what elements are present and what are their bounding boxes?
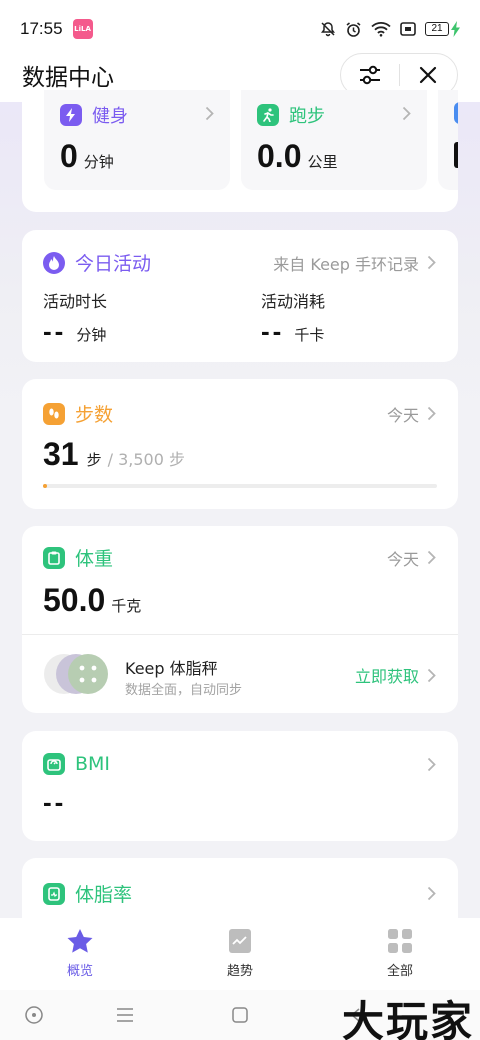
- activity-burn-unit: 千卡: [294, 326, 325, 344]
- activity-duration-value: --: [43, 316, 67, 346]
- close-icon: [420, 66, 437, 84]
- today-activity-card[interactable]: 今日活动 来自 Keep 手环记录 活动时长 活动消耗 -- 分钟 -- 千卡: [22, 230, 458, 362]
- running-label: 跑步: [289, 106, 325, 127]
- grid-icon: [388, 929, 412, 953]
- menu-button[interactable]: [95, 990, 155, 1040]
- target-icon: [25, 1006, 43, 1024]
- tab-trends-label: 趋势: [226, 964, 253, 979]
- steps-card[interactable]: 步数 今天 31 步 / 3,500 步: [22, 379, 458, 509]
- tab-all-label: 全部: [386, 964, 413, 979]
- chevron-right-icon: [402, 106, 411, 121]
- weight-period: 今天: [386, 549, 419, 569]
- notification-app-icon: LiLA: [72, 19, 93, 39]
- chevron-right-icon: [205, 106, 214, 121]
- bmi-value: --: [43, 787, 67, 817]
- fitness-value: 0: [60, 138, 78, 174]
- tab-overview-label: 概览: [66, 964, 93, 979]
- trend-icon: [229, 929, 251, 953]
- page-title: 数据中心: [22, 65, 114, 91]
- activity-burn-value: --: [261, 316, 285, 346]
- status-time: 17:55: [20, 19, 63, 38]
- chevron-right-icon: [427, 886, 436, 901]
- activity-source: 来自 Keep 手环记录: [273, 254, 419, 274]
- charging-icon: [451, 21, 460, 37]
- running-value: 0.0: [257, 138, 302, 174]
- chevron-right-icon: [427, 550, 436, 565]
- activity-title: 今日活动: [75, 253, 152, 275]
- get-now-link[interactable]: 立即获取: [355, 663, 419, 687]
- square-icon: [232, 1007, 248, 1023]
- steps-progress-fill: [43, 484, 47, 488]
- chevron-right-icon: [427, 757, 436, 771]
- steps-period: 今天: [386, 405, 419, 425]
- next-tile-partial[interactable]: [438, 90, 458, 190]
- chevron-right-icon: [427, 406, 436, 421]
- activity-burn-label: 活动消耗: [261, 292, 326, 311]
- weight-value: 50.0: [43, 582, 106, 618]
- bottom-tab-bar: 概览 趋势 全部: [0, 918, 480, 990]
- fitness-tile[interactable]: 健身 0 分钟: [44, 90, 230, 190]
- flame-icon: [43, 251, 65, 274]
- weight-title: 体重: [75, 548, 114, 570]
- mute-icon: [321, 22, 335, 37]
- assistant-button[interactable]: [4, 990, 64, 1040]
- lightning-icon: [60, 104, 82, 126]
- alarm-icon: [346, 21, 361, 37]
- scale-promo[interactable]: Keep 体脂秤 数据全面，自动同步 立即获取: [22, 635, 458, 713]
- running-unit: 公里: [307, 153, 338, 171]
- steps-progress-bar: [43, 484, 437, 488]
- steps-value: 31: [43, 436, 79, 472]
- watermark: 大玩家: [341, 997, 474, 1040]
- clipboard-icon: [43, 546, 65, 569]
- bmi-title: BMI: [75, 753, 111, 775]
- sim-icon: [400, 22, 416, 36]
- running-tile[interactable]: 跑步 0.0 公里: [241, 90, 427, 190]
- tab-all[interactable]: 全部: [320, 918, 480, 990]
- activity-duration-unit: 分钟: [76, 326, 107, 344]
- body-fat-title: 体脂率: [75, 884, 133, 906]
- tile-icon: [454, 102, 458, 124]
- weight-summary[interactable]: 体重 今天 50.0 千克: [22, 526, 458, 634]
- chevron-right-icon: [427, 668, 436, 682]
- star-icon: [67, 929, 93, 953]
- promo-subtitle: 数据全面，自动同步: [125, 683, 243, 698]
- bmi-card[interactable]: BMI --: [22, 731, 458, 841]
- sport-summary-card: 健身 0 分钟 跑步 0.0 公里: [22, 90, 458, 212]
- battery-indicator: 21: [425, 21, 460, 37]
- chevron-right-icon: [427, 255, 436, 270]
- tab-trends[interactable]: 趋势: [160, 918, 320, 990]
- body-fat-icon: [43, 882, 65, 905]
- weight-unit: 千克: [111, 597, 142, 615]
- bmi-scale-icon: [43, 753, 65, 775]
- activity-duration-label: 活动时长: [43, 292, 108, 311]
- steps-goal: / 3,500 步: [107, 450, 185, 469]
- weight-card: 体重 今天 50.0 千克 Keep 体脂秤 数据全面，自动同步 立即获取: [22, 526, 458, 713]
- promo-title: Keep 体脂秤: [125, 659, 218, 678]
- tab-overview[interactable]: 概览: [0, 918, 160, 990]
- scale-device-image: [44, 654, 108, 694]
- tile-value-partial: [454, 142, 458, 168]
- fitness-label: 健身: [92, 106, 128, 127]
- steps-title: 步数: [75, 404, 114, 426]
- running-icon: [257, 104, 279, 126]
- fitness-unit: 分钟: [83, 153, 114, 171]
- menu-icon: [117, 1008, 133, 1022]
- footprint-icon: [43, 402, 65, 425]
- wifi-icon: [371, 22, 391, 37]
- steps-unit: 步: [86, 451, 102, 469]
- home-button[interactable]: [210, 990, 270, 1040]
- sliders-icon: [359, 65, 380, 85]
